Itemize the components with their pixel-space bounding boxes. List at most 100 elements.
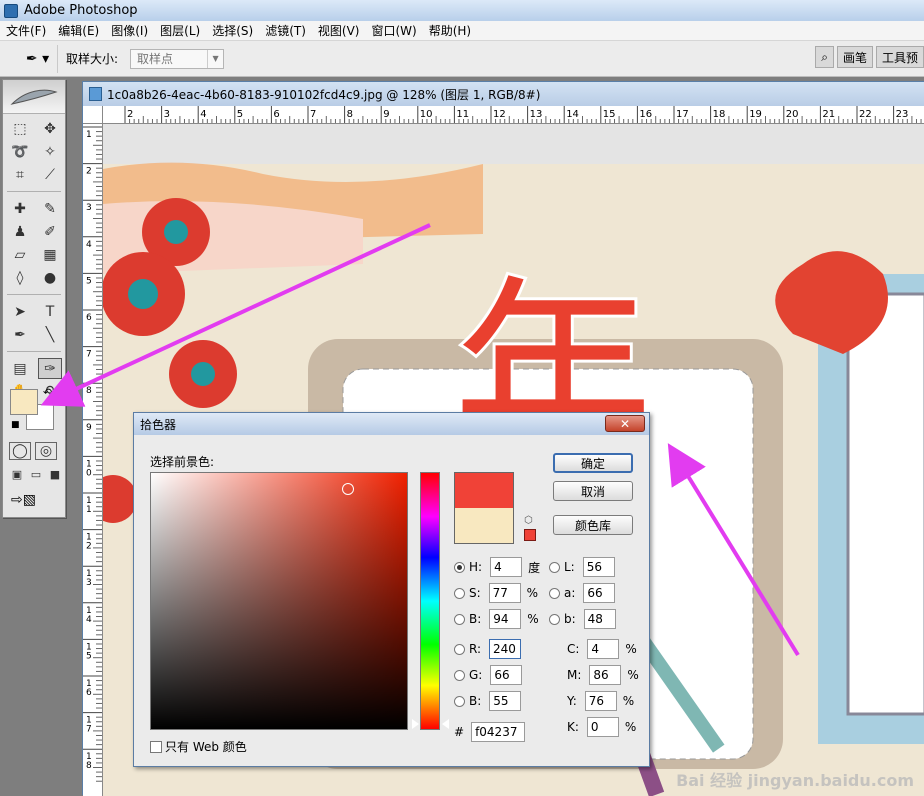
dialog-title: 拾色器 (140, 417, 177, 432)
r-radio[interactable] (454, 643, 465, 655)
menu-window[interactable]: 窗口(W) (365, 22, 422, 39)
lasso-icon[interactable]: ➰ (8, 141, 32, 162)
hue-pointer-right-icon[interactable] (442, 719, 449, 729)
menu-layer[interactable]: 图层(L) (154, 22, 206, 39)
cancel-button[interactable]: 取消 (553, 481, 633, 501)
document-titlebar[interactable]: 1c0a8b26-4eac-4b60-8183-910102fcd4c9.jpg… (83, 82, 924, 106)
l-input[interactable]: 56 (582, 557, 615, 577)
eraser-icon[interactable]: ▱ (8, 244, 32, 265)
g-input[interactable]: 66 (490, 665, 523, 685)
eyedropper-preset-icon[interactable]: ✒ ▾ (18, 44, 58, 73)
bridge-icon[interactable]: ⌕ (815, 46, 834, 68)
ruler-v-ticks: 123456789101112131415161718 (83, 126, 102, 782)
brush-icon[interactable]: ✎ (38, 198, 62, 219)
k-row: K: 0 % (567, 717, 636, 737)
k-input[interactable]: 0 (586, 717, 619, 737)
healing-brush-icon[interactable]: ✚ (8, 198, 32, 219)
m-input[interactable]: 86 (589, 665, 622, 685)
screen-mode-full-menu-icon[interactable]: ▭ (28, 466, 44, 482)
menu-help[interactable]: 帮助(H) (423, 22, 477, 39)
m-label: M: (567, 668, 582, 682)
hue-slider[interactable] (420, 472, 440, 730)
swap-colors-icon[interactable]: ↶ (43, 386, 52, 399)
magic-wand-icon[interactable]: ✧ (38, 141, 62, 162)
crop-icon[interactable]: ⌗ (8, 164, 32, 185)
gamut-swatch[interactable] (524, 529, 536, 541)
ruler-v-label: 9 (86, 423, 92, 433)
quick-mask-group: ◯ ◎ (9, 442, 61, 462)
quick-mask-icon[interactable]: ◎ (35, 442, 57, 460)
gradient-icon[interactable]: ▦ (38, 244, 62, 265)
web-colors-label: 只有 Web 颜色 (165, 740, 247, 754)
notes-icon[interactable]: ▤ (8, 358, 32, 379)
lab-b-input[interactable]: 48 (583, 609, 616, 629)
a-input[interactable]: 66 (583, 583, 616, 603)
close-icon[interactable]: ✕ (605, 415, 645, 432)
screen-mode-standard-icon[interactable]: ▣ (9, 466, 25, 482)
default-colors-icon[interactable]: ■ (11, 420, 20, 430)
foreground-color-swatch-front[interactable] (10, 389, 38, 415)
vertical-ruler[interactable]: 123456789101112131415161718 (83, 124, 103, 796)
saturation-brightness-field[interactable] (150, 472, 408, 730)
pen-icon[interactable]: ✒ (8, 324, 32, 345)
b-radio[interactable] (454, 613, 465, 625)
ok-button[interactable]: 确定 (553, 453, 633, 473)
web-colors-only[interactable]: 只有 Web 颜色 (150, 738, 247, 755)
sample-size-select[interactable]: 取样点 ▼ (130, 48, 225, 69)
current-color-swatch[interactable] (454, 508, 514, 544)
ruler-v-label: 8 (86, 386, 92, 396)
feather-icon[interactable] (3, 80, 65, 114)
ruler-origin[interactable] (83, 106, 103, 124)
l-radio[interactable] (549, 561, 560, 573)
marquee-icon[interactable]: ⬚ (8, 118, 32, 139)
h-input[interactable]: 4 (490, 557, 523, 577)
menu-filter[interactable]: 滤镜(T) (259, 22, 312, 39)
menu-file[interactable]: 文件(F) (0, 22, 52, 39)
ruler-h-label: 14 (566, 109, 579, 120)
web-safe-cube-icon[interactable]: ⬡ (524, 515, 536, 527)
clone-stamp-icon[interactable]: ♟ (8, 221, 32, 242)
menu-image[interactable]: 图像(I) (105, 22, 154, 39)
s-input[interactable]: 77 (488, 583, 521, 603)
tab-tool-presets[interactable]: 工具预 (875, 46, 924, 68)
r-input[interactable]: 240 (489, 639, 522, 659)
slice-icon[interactable]: ⟋ (38, 164, 62, 185)
color-marker-icon[interactable] (342, 483, 354, 495)
history-brush-icon[interactable]: ✐ (38, 221, 62, 242)
blur-icon[interactable]: ◊ (8, 267, 32, 288)
web-colors-checkbox[interactable] (150, 740, 162, 753)
y-input[interactable]: 76 (584, 691, 617, 711)
standard-mode-icon[interactable]: ◯ (9, 442, 31, 460)
type-icon[interactable]: T (38, 301, 62, 322)
h-radio[interactable] (454, 561, 465, 573)
move-icon[interactable]: ✥ (38, 118, 62, 139)
blue-radio[interactable] (454, 695, 465, 707)
screen-mode-full-icon[interactable]: ■ (47, 466, 63, 482)
tab-brushes[interactable]: 画笔 (836, 46, 873, 68)
dodge-icon[interactable]: ● (38, 267, 62, 288)
menu-select[interactable]: 选择(S) (206, 22, 259, 39)
ruler-v-label: 2 (86, 542, 92, 552)
g-row: G: 66 (454, 665, 523, 685)
eyedropper-icon[interactable]: ✑ (38, 358, 62, 379)
menu-edit[interactable]: 编辑(E) (52, 22, 105, 39)
color-libraries-button[interactable]: 颜色库 (553, 515, 633, 535)
s-radio[interactable] (454, 587, 465, 599)
h-unit: 度 (528, 560, 541, 575)
c-input[interactable]: 4 (587, 639, 620, 659)
g-radio[interactable] (454, 669, 465, 681)
b-input[interactable]: 94 (489, 609, 522, 629)
line-icon[interactable]: ╲ (38, 324, 62, 345)
blue-input[interactable]: 55 (489, 691, 522, 711)
hex-input[interactable]: f04237 (471, 722, 526, 742)
b-label: B: (469, 612, 482, 626)
ruler-h-label: 3 (164, 109, 170, 120)
dialog-titlebar[interactable]: 拾色器 ✕ (134, 413, 649, 435)
hue-pointer-left-icon[interactable] (412, 719, 419, 729)
path-select-icon[interactable]: ➤ (8, 301, 32, 322)
lab-b-radio[interactable] (549, 613, 560, 625)
horizontal-ruler[interactable]: 2 3 4 5 6 7 8 9 10 11 12 13 14 15 16 17 18 19 20 21 22 23 (103, 106, 924, 124)
jump-to-imageready-icon[interactable]: ⇨▧ (11, 492, 36, 508)
menu-view[interactable]: 视图(V) (312, 22, 366, 39)
a-radio[interactable] (549, 587, 560, 599)
